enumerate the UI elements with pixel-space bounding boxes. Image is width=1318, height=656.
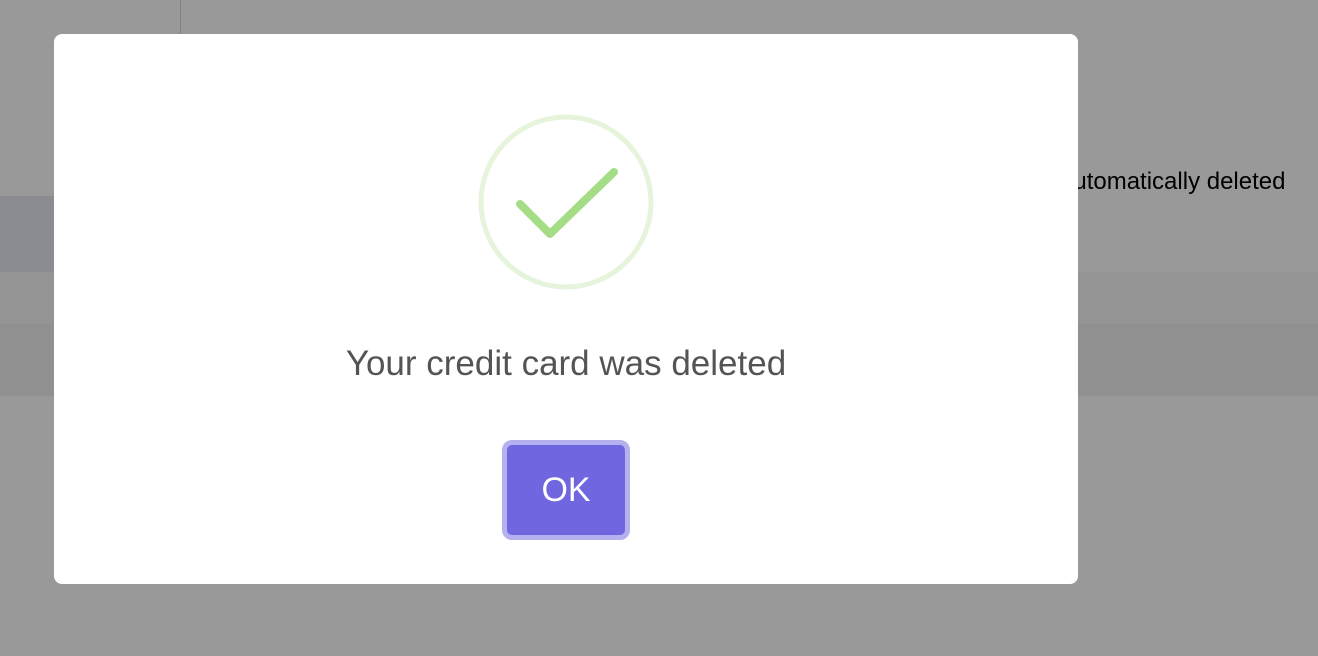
success-dialog: Your credit card was deleted OK bbox=[54, 34, 1078, 584]
success-icon-ring bbox=[478, 114, 654, 290]
success-check-icon bbox=[478, 114, 654, 290]
success-icon-checkmark bbox=[516, 168, 618, 238]
ok-button[interactable]: OK bbox=[502, 440, 630, 540]
app-page: automatically deleted Your credit card w… bbox=[0, 0, 1318, 656]
dialog-message: Your credit card was deleted bbox=[345, 344, 787, 383]
